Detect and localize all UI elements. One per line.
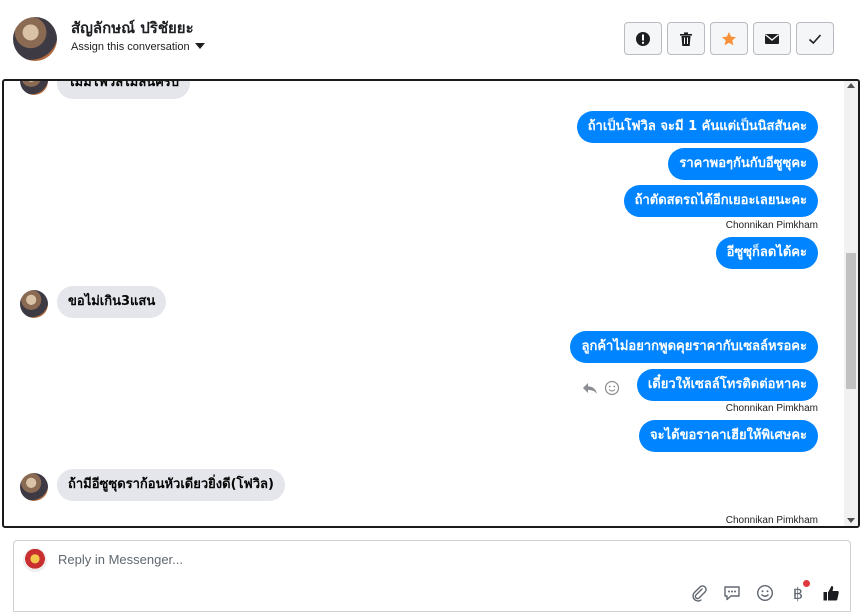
mark-unread-button[interactable] [753,22,791,55]
reply-input[interactable] [58,552,658,567]
incoming-message[interactable]: ขอไม่เกิน3แสน [57,286,167,318]
react-smiley-icon[interactable] [604,380,620,396]
outgoing-message[interactable]: ถ้าตัดสดรถได้อีกเยอะเลยนะคะ [623,185,818,217]
assign-label: Assign this conversation [71,41,190,53]
reply-composer: ฿ [13,540,851,612]
reply-icon[interactable] [582,380,598,396]
emoji-button[interactable] [755,583,775,603]
exclamation-icon [636,31,650,46]
attach-button[interactable] [689,583,709,603]
contact-avatar-small [20,81,48,95]
chat-bubble-icon [724,586,740,601]
conversation-actions [624,22,834,55]
outgoing-message[interactable]: ถ้าเป็นโฟวิล จะมี 1 คันแต่เป็นนิสสันคะ [576,111,818,143]
contact-avatar-small [20,473,48,501]
assign-conversation-dropdown[interactable]: Assign this conversation [71,41,205,53]
baht-icon: ฿ [792,583,804,603]
scrollbar[interactable] [844,81,858,526]
scrollbar-thumb[interactable] [846,253,856,389]
mark-spam-button[interactable] [624,22,662,55]
contact-avatar-small [20,290,48,318]
message-hover-tools [582,380,620,396]
check-icon [808,33,822,44]
contact-avatar[interactable] [13,17,57,61]
caret-down-icon [194,43,205,49]
sender-name: Chonnikan Pimkham [725,220,818,231]
mark-done-button[interactable] [796,22,834,55]
contact-name[interactable]: สัญลักษณ์ ปริชัยยะ [71,16,194,40]
payment-button[interactable]: ฿ [788,580,810,603]
message-thread[interactable]: ไม่มีโฟวิลไม่ลนครับ ถ้าเป็นโฟวิล จะมี 1 … [2,79,860,528]
outgoing-message[interactable]: จะได้ขอราคาเฮียให้พิเศษคะ [639,420,818,452]
sender-name: Chonnikan Pimkham [725,403,818,414]
delete-button[interactable] [667,22,705,55]
outgoing-message[interactable]: อีซูซุก็ลดได้คะ [715,237,818,269]
paperclip-icon [692,585,707,602]
envelope-icon [765,33,779,44]
trash-icon [680,31,692,46]
saved-replies-button[interactable] [722,583,742,603]
composer-tools: ฿ [689,580,841,603]
star-button[interactable] [710,22,748,55]
sender-name: Chonnikan Pimkham [725,515,818,526]
scroll-down-arrow-icon[interactable] [847,518,855,523]
smiley-icon [756,584,774,602]
outgoing-message[interactable]: ลูกค้าไม่อยากพูดคุยราคากับเซลล์หรอคะ [570,331,818,363]
thumbs-up-icon [823,586,839,601]
notification-dot [803,580,810,587]
outgoing-message[interactable]: ราคาพอๆกันกับอีซูซุคะ [668,148,818,180]
incoming-message[interactable]: ถ้ามีอีซูซุดราก้อนหัวเดียวยิ่งดี(โฟวิล) [57,469,285,501]
star-icon [722,31,736,45]
like-button[interactable] [821,583,841,603]
page-avatar [23,548,47,572]
incoming-message[interactable]: ไม่มีโฟวิลไม่ลนครับ [57,81,191,99]
scroll-up-arrow-icon[interactable] [847,83,855,88]
conversation-header: สัญลักษณ์ ปริชัยยะ Assign this conversat… [0,0,860,80]
outgoing-message[interactable]: เดี๋ยวให้เซลล์โทรติดต่อหาคะ [636,369,818,401]
